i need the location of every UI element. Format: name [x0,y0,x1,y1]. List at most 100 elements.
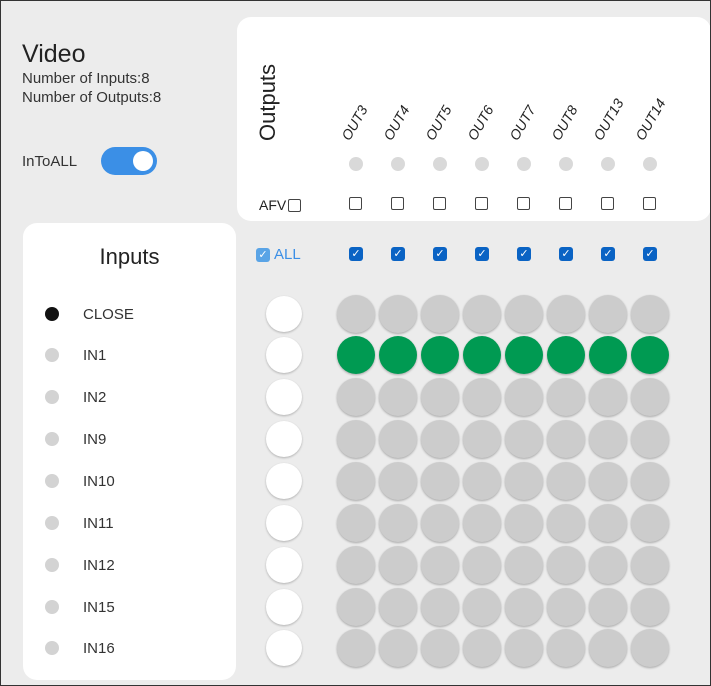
crosspoint-cell[interactable] [379,546,417,584]
input-item-in1[interactable]: IN1 [45,345,106,365]
input-item-in12[interactable]: IN12 [45,555,115,575]
input-item-close[interactable]: CLOSE [45,304,134,324]
crosspoint-cell[interactable] [421,420,459,458]
crosspoint-cell[interactable] [463,546,501,584]
crosspoint-cell[interactable] [631,462,669,500]
crosspoint-cell[interactable] [337,504,375,542]
crosspoint-cell[interactable] [589,588,627,626]
afv-checkbox-out14[interactable] [643,197,656,210]
input-item-in11[interactable]: IN11 [45,513,114,533]
crosspoint-cell[interactable] [337,420,375,458]
crosspoint-cell[interactable] [421,336,459,374]
crosspoint-cell[interactable] [421,504,459,542]
afv-checkbox-out8[interactable] [559,197,572,210]
crosspoint-cell[interactable] [463,462,501,500]
crosspoint-cell[interactable] [463,629,501,667]
row-select-button[interactable] [266,337,302,373]
crosspoint-cell[interactable] [463,378,501,416]
column-checkbox-out8[interactable]: ✓ [559,247,573,261]
afv-checkbox-out3[interactable] [349,197,362,210]
afv-checkbox-out7[interactable] [517,197,530,210]
crosspoint-cell[interactable] [379,588,417,626]
crosspoint-cell[interactable] [631,504,669,542]
crosspoint-cell[interactable] [505,504,543,542]
crosspoint-cell[interactable] [547,336,585,374]
input-item-in15[interactable]: IN15 [45,597,115,617]
crosspoint-cell[interactable] [379,420,417,458]
afv-checkbox-out4[interactable] [391,197,404,210]
row-select-button[interactable] [266,296,302,332]
column-checkbox-out13[interactable]: ✓ [601,247,615,261]
column-checkbox-out7[interactable]: ✓ [517,247,531,261]
crosspoint-cell[interactable] [379,504,417,542]
row-select-button[interactable] [266,547,302,583]
crosspoint-cell[interactable] [337,629,375,667]
crosspoint-cell[interactable] [337,546,375,584]
crosspoint-cell[interactable] [631,378,669,416]
row-select-button[interactable] [266,630,302,666]
crosspoint-cell[interactable] [589,336,627,374]
input-item-in2[interactable]: IN2 [45,387,106,407]
crosspoint-cell[interactable] [631,546,669,584]
crosspoint-cell[interactable] [421,629,459,667]
crosspoint-cell[interactable] [505,420,543,458]
crosspoint-cell[interactable] [589,629,627,667]
crosspoint-cell[interactable] [505,295,543,333]
crosspoint-cell[interactable] [463,420,501,458]
crosspoint-cell[interactable] [421,546,459,584]
crosspoint-cell[interactable] [379,462,417,500]
crosspoint-cell[interactable] [421,462,459,500]
crosspoint-cell[interactable] [631,629,669,667]
crosspoint-cell[interactable] [589,462,627,500]
crosspoint-cell[interactable] [589,420,627,458]
input-item-in16[interactable]: IN16 [45,638,115,658]
crosspoint-cell[interactable] [631,295,669,333]
row-select-button[interactable] [266,379,302,415]
crosspoint-cell[interactable] [589,295,627,333]
column-checkbox-out3[interactable]: ✓ [349,247,363,261]
crosspoint-cell[interactable] [337,295,375,333]
crosspoint-cell[interactable] [379,629,417,667]
crosspoint-cell[interactable] [463,295,501,333]
row-select-button[interactable] [266,463,302,499]
crosspoint-cell[interactable] [589,378,627,416]
afv-checkbox-out13[interactable] [601,197,614,210]
crosspoint-cell[interactable] [631,420,669,458]
crosspoint-cell[interactable] [379,378,417,416]
into-all-toggle[interactable] [101,147,158,175]
crosspoint-cell[interactable] [631,336,669,374]
crosspoint-cell[interactable] [379,295,417,333]
input-item-in9[interactable]: IN9 [45,429,106,449]
crosspoint-cell[interactable] [337,588,375,626]
afv-checkbox[interactable] [288,198,302,212]
crosspoint-cell[interactable] [547,295,585,333]
row-select-button[interactable] [266,421,302,457]
crosspoint-cell[interactable] [505,546,543,584]
crosspoint-cell[interactable] [505,588,543,626]
crosspoint-cell[interactable] [547,420,585,458]
afv-checkbox-out6[interactable] [475,197,488,210]
crosspoint-cell[interactable] [631,588,669,626]
column-checkbox-out4[interactable]: ✓ [391,247,405,261]
crosspoint-cell[interactable] [547,546,585,584]
crosspoint-cell[interactable] [463,336,501,374]
crosspoint-cell[interactable] [547,462,585,500]
crosspoint-cell[interactable] [505,336,543,374]
crosspoint-cell[interactable] [589,546,627,584]
crosspoint-cell[interactable] [547,504,585,542]
crosspoint-cell[interactable] [589,504,627,542]
crosspoint-cell[interactable] [463,588,501,626]
crosspoint-cell[interactable] [379,336,417,374]
afv-checkbox-out5[interactable] [433,197,446,210]
crosspoint-cell[interactable] [421,295,459,333]
crosspoint-cell[interactable] [547,629,585,667]
crosspoint-cell[interactable] [505,378,543,416]
crosspoint-cell[interactable] [547,588,585,626]
crosspoint-cell[interactable] [337,336,375,374]
row-select-button[interactable] [266,589,302,625]
column-checkbox-out6[interactable]: ✓ [475,247,489,261]
crosspoint-cell[interactable] [337,378,375,416]
crosspoint-cell[interactable] [337,462,375,500]
row-select-button[interactable] [266,505,302,541]
column-checkbox-out14[interactable]: ✓ [643,247,657,261]
